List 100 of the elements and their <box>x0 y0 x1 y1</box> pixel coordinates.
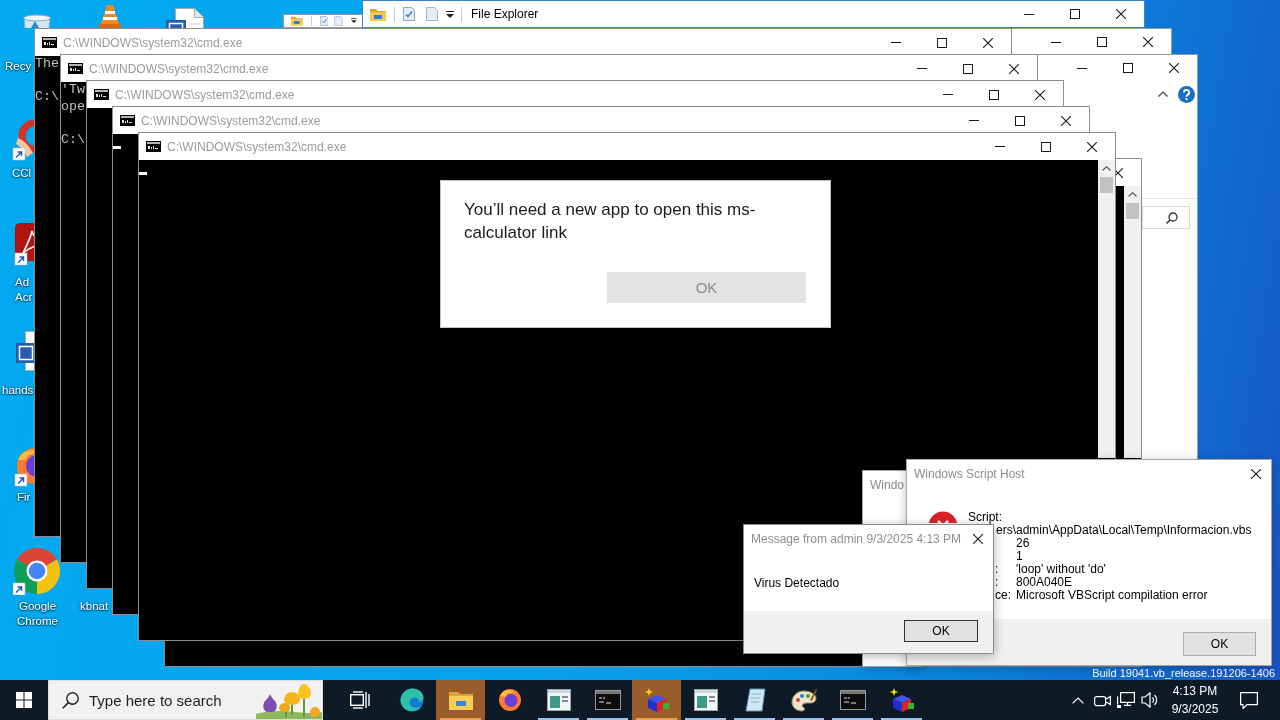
window-title: Windo <box>870 478 904 492</box>
close-icon[interactable] <box>1061 115 1071 126</box>
traffic-cone-icon[interactable] <box>99 4 121 28</box>
scrollbar[interactable] <box>1098 160 1115 458</box>
chrome-icon[interactable] <box>13 547 61 595</box>
close-icon[interactable] <box>1169 63 1179 73</box>
minimize-icon[interactable] <box>1024 13 1034 15</box>
terminal-icon <box>594 690 621 710</box>
windows-logo-icon <box>16 692 32 708</box>
icon-label: kbnat <box>80 599 109 614</box>
maximize-icon[interactable] <box>1123 63 1133 73</box>
terminal-icon <box>839 690 866 710</box>
window-title: Windows Script Host <box>914 467 1025 481</box>
help-icon[interactable] <box>1178 85 1195 103</box>
folder-icon <box>448 690 473 710</box>
ok-button[interactable]: OK <box>904 620 978 642</box>
cube-icon <box>888 688 915 712</box>
maximize-icon[interactable] <box>1015 115 1025 126</box>
cleaner-icon[interactable] <box>12 118 34 162</box>
minimize-icon[interactable] <box>1051 41 1061 43</box>
flowers-icon <box>256 681 322 719</box>
camera-icon[interactable] <box>1093 693 1111 707</box>
close-icon[interactable] <box>983 37 993 48</box>
field-label: Script: <box>968 511 1002 524</box>
terminal-icon[interactable] <box>94 89 109 100</box>
icon-label: Fir <box>17 490 31 505</box>
window-title: C:\WINDOWS\system32\cmd.exe <box>89 61 269 76</box>
field-label: ce: <box>995 589 1011 602</box>
console-text: 'Tw <box>61 82 85 99</box>
terminal-icon[interactable] <box>68 63 83 74</box>
window-title: C:\WINDOWS\system32\cmd.exe <box>63 35 243 50</box>
clock-button[interactable]: 4:13 PM 9/3/2025 <box>1162 680 1228 720</box>
search-icon <box>62 692 79 709</box>
firefox-icon <box>497 688 522 712</box>
palette-icon <box>790 688 817 712</box>
console-text: The <box>35 56 59 73</box>
window-title: File Explorer <box>471 7 539 21</box>
scrollbar[interactable] <box>1124 186 1141 458</box>
maximize-icon[interactable] <box>989 89 999 100</box>
terminal-icon[interactable] <box>120 115 135 126</box>
document-check-icon[interactable] <box>319 15 329 27</box>
caret-icon[interactable] <box>446 10 454 18</box>
icon-label: Recy <box>5 59 32 74</box>
scrollbar-thumb[interactable] <box>1100 177 1113 193</box>
field-label: : <box>995 576 999 589</box>
field-value: 1 <box>1016 550 1023 563</box>
icon-label: hands <box>2 383 34 398</box>
search-icon <box>1166 211 1178 224</box>
dialog-message: You’ll need a new app to open this ms-calculator link <box>464 199 757 244</box>
close-icon[interactable] <box>1251 469 1261 479</box>
document-check-icon[interactable] <box>403 7 415 21</box>
field-value: Microsoft VBScript compilation error <box>1016 589 1208 602</box>
terminal-icon[interactable] <box>146 141 161 152</box>
terminal-icon[interactable] <box>42 37 57 48</box>
console-text: C:\ <box>35 89 59 106</box>
field-value: 'loop' without 'do' <box>1016 563 1106 576</box>
task-view-icon <box>350 691 370 709</box>
notification-icon[interactable] <box>1240 691 1258 709</box>
build-info-text: Build 19041.vb_release.191206-1406 <box>1092 667 1275 679</box>
folder-icon[interactable] <box>370 7 386 21</box>
field-value: 26 <box>1016 537 1030 550</box>
maximize-icon[interactable] <box>1041 141 1051 152</box>
maximize-icon[interactable] <box>963 63 973 74</box>
maximize-icon[interactable] <box>937 37 947 48</box>
console-text: ope <box>61 98 85 115</box>
window-title: C:\WINDOWS\system32\cmd.exe <box>141 113 321 128</box>
field-value: ers\admin\AppData\Local\Temp\Informacion.vbs <box>996 524 1252 537</box>
field-value: 800A040E <box>1016 576 1073 589</box>
ok-button[interactable]: OK <box>1183 632 1256 656</box>
icon-label: CCl <box>12 166 32 181</box>
chevron-up-icon[interactable] <box>1158 91 1168 97</box>
app-window-icon <box>693 689 718 711</box>
folder-icon[interactable] <box>291 16 303 26</box>
maximize-icon[interactable] <box>1070 9 1080 19</box>
volume-icon[interactable] <box>1141 692 1159 708</box>
pdf-reader-icon[interactable] <box>14 223 34 267</box>
network-icon[interactable] <box>1117 692 1135 708</box>
close-icon[interactable] <box>1087 141 1097 152</box>
field-label: : <box>995 563 999 576</box>
edge-icon <box>399 688 424 712</box>
icon-label: Ad Acr <box>15 275 33 305</box>
close-icon[interactable] <box>1143 37 1153 47</box>
window-title: C:\WINDOWS\system32\cmd.exe <box>115 87 295 102</box>
maximize-icon[interactable] <box>1097 37 1107 47</box>
caret-icon[interactable] <box>350 18 357 24</box>
app-window-icon <box>546 689 571 711</box>
close-icon[interactable] <box>1035 89 1045 100</box>
scrollbar-thumb[interactable] <box>1126 203 1139 219</box>
search-field[interactable] <box>1142 206 1190 229</box>
dialog-message: Virus Detectado <box>754 576 840 590</box>
notepad-icon <box>743 688 766 712</box>
icon-label: Google Chrome <box>16 599 59 629</box>
close-icon[interactable] <box>973 534 983 544</box>
window-title: Message from admin 9/3/2025 4:13 PM <box>751 532 962 546</box>
console-text: C:\ <box>61 131 85 148</box>
cube-icon <box>643 688 670 712</box>
close-icon[interactable] <box>1116 9 1126 19</box>
close-icon[interactable] <box>1009 63 1019 74</box>
minimize-icon[interactable] <box>1077 67 1087 69</box>
window-title: C:\WINDOWS\system32\cmd.exe <box>167 139 347 154</box>
